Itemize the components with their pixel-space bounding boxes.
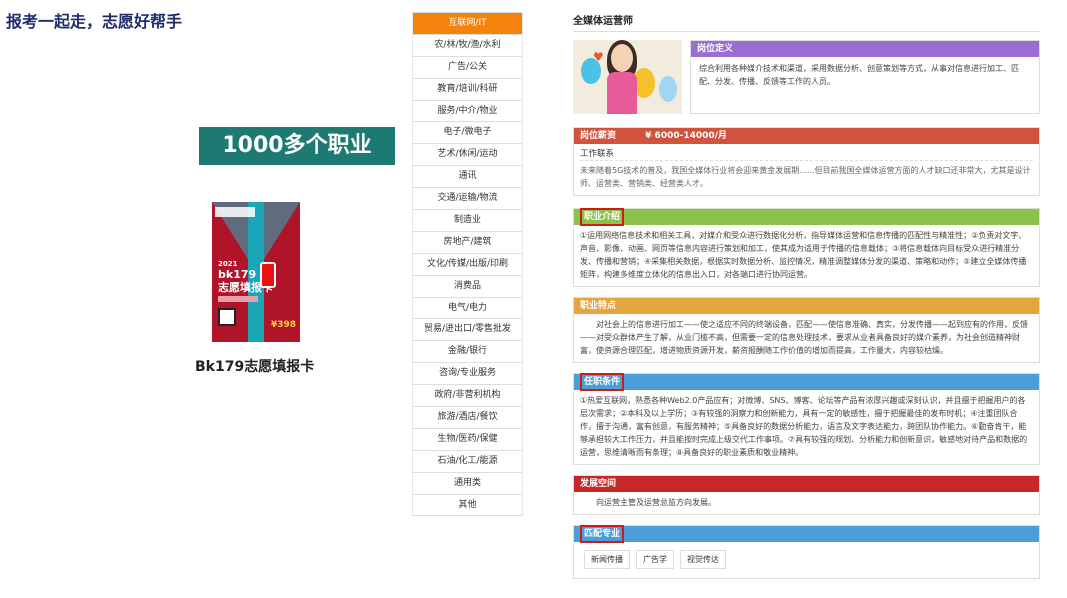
requirements-heading: 任职条件 (574, 373, 1039, 391)
qr-code-icon (218, 308, 236, 326)
nav-item[interactable]: 通讯 (412, 166, 523, 189)
definition-block: ♥ 岗位定义 综合利用各种媒介技术和渠道，采用数据分析、创意策划等方式，从事对信… (573, 40, 1040, 114)
definition-heading: 岗位定义 (691, 41, 1039, 57)
page-title: 报考一起走，志愿好帮手 (6, 12, 183, 31)
work-relation-label: 工作联系 (580, 147, 1033, 161)
nav-item[interactable]: 咨询/专业服务 (412, 363, 523, 386)
card-caption: Bk179志愿填报卡 (195, 359, 315, 375)
card-tag-graphic (260, 262, 276, 288)
job-illustration: ♥ (573, 40, 682, 114)
nav-item[interactable]: 电气/电力 (412, 297, 523, 320)
heart-icon: ♥ (593, 50, 604, 64)
salary-heading: 岗位薪资 ¥ 6000-14000/月 (574, 128, 1039, 144)
nav-item[interactable]: 艺术/休闲/运动 (412, 144, 523, 167)
definition-panel: 岗位定义 综合利用各种媒介技术和渠道，采用数据分析、创意策划等方式，从事对信息进… (690, 40, 1040, 114)
nav-item[interactable]: 文化/传媒/出版/印刷 (412, 253, 523, 276)
industry-nav: 互联网/IT 农/林/牧/渔/水利 广告/公关 教育/培训/科研 服务/中介/物业 电子/… (412, 12, 523, 517)
majors-heading-label: 匹配专业 (580, 525, 625, 543)
intro-text: ①运用网络信息技术和相关工具，对媒介和受众进行数据化分析，指导媒体运营和信息传播… (580, 231, 1027, 279)
person-face-graphic (611, 44, 633, 72)
development-heading: 发展空间 (574, 476, 1039, 492)
features-section: 职业特点 对社会上的信息进行加工——使之适应不同的终端设备，匹配——使信息准确、… (573, 297, 1040, 363)
requirements-section: 任职条件 ①热爱互联网，熟悉各种Web2.0产品应有；对微博、SNS、博客、论坛… (573, 373, 1040, 465)
nav-item[interactable]: 通用类 (412, 472, 523, 495)
nav-item[interactable]: 金融/银行 (412, 341, 523, 364)
requirements-heading-label: 任职条件 (580, 373, 625, 391)
majors-section: 匹配专业 新闻传播 广告学 视觉传达 (573, 525, 1040, 579)
development-section: 发展空间 向运营主管及运营总监方向发展。 (573, 475, 1040, 515)
major-tag[interactable]: 新闻传播 (584, 550, 630, 569)
nav-item[interactable]: 制造业 (412, 210, 523, 232)
nav-item[interactable]: 消费品 (412, 275, 523, 298)
balloon-graphic (659, 76, 677, 102)
career-count-banner: 1000多个职业 (199, 127, 395, 165)
features-text: 对社会上的信息进行加工——使之适应不同的终端设备，匹配——使信息准确、真实，分发… (580, 320, 1028, 355)
person-body-graphic (607, 72, 637, 114)
nav-item[interactable]: 石油/化工/能源 (412, 450, 523, 473)
intro-section: 职业介绍 ①运用网络信息技术和相关工具，对媒介和受众进行数据化分析，指导媒体运营… (573, 208, 1040, 287)
nav-item[interactable]: 电子/微电子 (412, 122, 523, 145)
nav-item[interactable]: 服务/中介/物业 (412, 100, 523, 123)
intro-heading: 职业介绍 (574, 208, 1039, 226)
nav-item[interactable]: 贸易/进出口/零售批发 (412, 319, 523, 342)
card-year: 2021 (218, 260, 238, 268)
salary-text: 未来随着5G技术的普及，我国全媒体行业将会迎来黄金发展期......但目前我国全… (580, 166, 1031, 188)
card-subtitle-bar (218, 296, 258, 302)
nav-item[interactable]: 互联网/IT (412, 13, 523, 35)
intro-heading-label: 职业介绍 (580, 208, 625, 226)
salary-value: ¥ 6000-14000/月 (645, 131, 727, 141)
development-text: 向运营主管及运营总监方向发展。 (596, 498, 716, 507)
nav-item[interactable]: 其他 (412, 494, 523, 517)
majors-heading: 匹配专业 (574, 525, 1039, 543)
card-logo (215, 207, 255, 217)
definition-text: 综合利用各种媒介技术和渠道，采用数据分析、创意策划等方式，从事对信息进行加工、匹… (699, 64, 1019, 86)
major-tag[interactable]: 广告学 (636, 550, 674, 569)
salary-section: 岗位薪资 ¥ 6000-14000/月 工作联系 未来随着5G技术的普及，我国全… (573, 127, 1040, 196)
nav-item[interactable]: 教育/培训/科研 (412, 78, 523, 101)
salary-body: 工作联系 未来随着5G技术的普及，我国全媒体行业将会迎来黄金发展期......但… (574, 144, 1039, 195)
volunteer-card-image[interactable]: 2021 bk179 志愿填报卡 ¥398 (212, 202, 300, 342)
nav-item[interactable]: 交通/运输/物流 (412, 188, 523, 211)
requirements-text: ①热爱互联网，熟悉各种Web2.0产品应有；对微博、SNS、博客、论坛等产品有浓… (580, 396, 1028, 457)
job-title: 全媒体运营师 (573, 12, 1040, 32)
nav-item[interactable]: 旅游/酒店/餐饮 (412, 407, 523, 429)
nav-item[interactable]: 政府/非营利机构 (412, 385, 523, 408)
features-heading: 职业特点 (574, 298, 1039, 314)
card-price: ¥398 (270, 320, 296, 330)
nav-item[interactable]: 农/林/牧/渔/水利 (412, 34, 523, 57)
salary-heading-label: 岗位薪资 (580, 131, 617, 141)
majors-list: 新闻传播 广告学 视觉传达 (574, 542, 1039, 578)
nav-item[interactable]: 生物/医药/保健 (412, 428, 523, 451)
page: 报考一起走，志愿好帮手 1000多个职业 2021 bk179 志愿填报卡 ¥3… (0, 0, 1067, 598)
nav-item[interactable]: 广告/公关 (412, 56, 523, 79)
major-tag[interactable]: 视觉传达 (680, 550, 726, 569)
job-detail: 全媒体运营师 ♥ 岗位定义 综合利用各种媒介技术和渠道，采用数据分析、创意策划等… (573, 12, 1040, 579)
nav-item[interactable]: 房地产/建筑 (412, 231, 523, 254)
